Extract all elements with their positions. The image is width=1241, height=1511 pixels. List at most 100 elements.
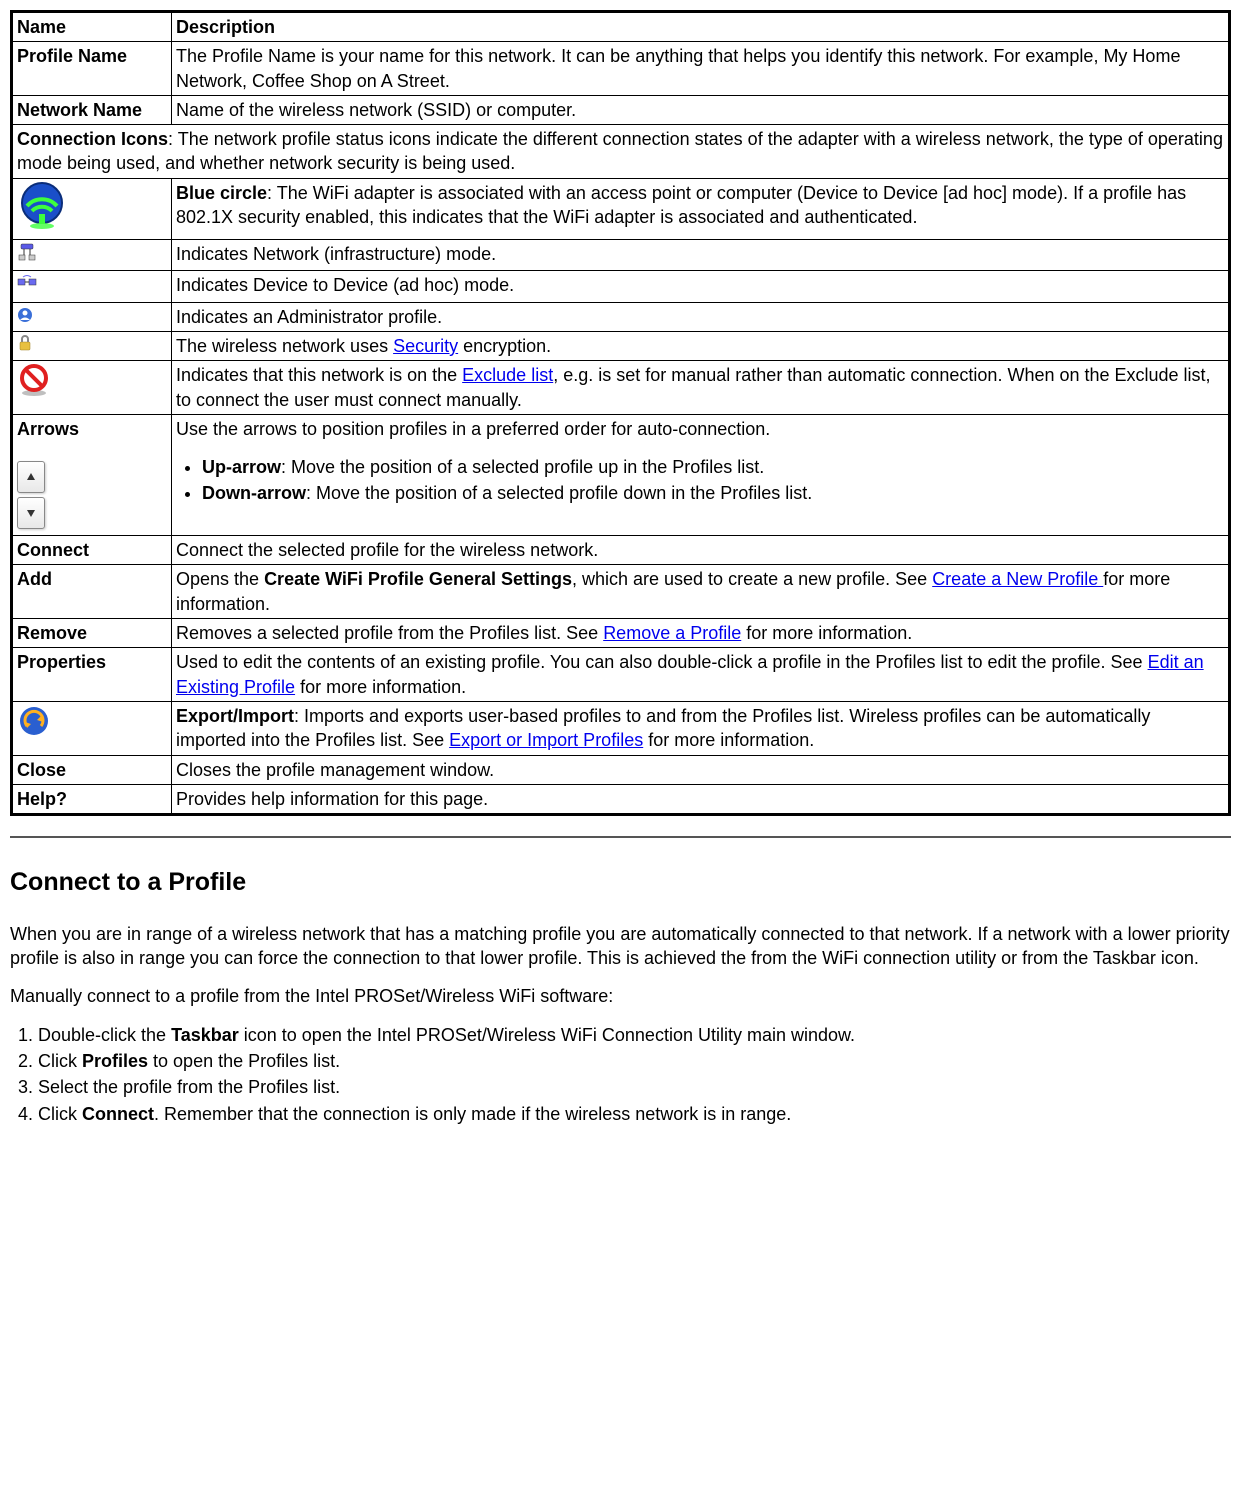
table-row: Properties Used to edit the contents of … [12,648,1230,702]
arrows-cell: Arrows [12,414,172,535]
properties-pre: Used to edit the contents of an existing… [176,652,1148,672]
arrows-label: Arrows [17,417,167,441]
wifi-connected-icon [17,181,67,231]
remove-profile-link[interactable]: Remove a Profile [603,623,741,643]
connection-icons-rest: : The network profile status icons indic… [17,129,1223,173]
adhoc-desc: Indicates Device to Device (ad hoc) mode… [172,271,1230,302]
down-arrow-rest: : Move the position of a selected profil… [306,483,812,503]
export-import-icon [17,704,51,738]
table-row: Network Name Name of the wireless networ… [12,95,1230,124]
up-arrow-lead: Up-arrow [202,457,281,477]
adhoc-icon [17,273,37,293]
connection-icons-header: Connection Icons: The network profile st… [12,125,1230,179]
security-desc: The wireless network uses Security encry… [172,331,1230,360]
security-post: encryption. [458,336,551,356]
remove-post: for more information. [741,623,912,643]
adhoc-icon-cell [12,271,172,302]
close-label: Close [12,755,172,784]
connect-para2: Manually connect to a profile from the I… [10,984,1231,1008]
arrows-desc: Use the arrows to position profiles in a… [172,414,1230,535]
add-desc: Opens the Create WiFi Profile General Se… [172,565,1230,619]
table-row: Blue circle: The WiFi adapter is associa… [12,178,1230,239]
table-row: The wireless network uses Security encry… [12,331,1230,360]
table-row: Help? Provides help information for this… [12,784,1230,814]
table-row: Name Description [12,12,1230,42]
help-desc: Provides help information for this page. [172,784,1230,814]
list-item: Up-arrow: Move the position of a selecte… [202,455,1224,479]
add-pre: Opens the [176,569,264,589]
exclude-desc: Indicates that this network is on the Ex… [172,361,1230,415]
security-icon-cell [12,331,172,360]
admin-desc: Indicates an Administrator profile. [172,302,1230,331]
profile-name-desc: The Profile Name is your name for this n… [172,42,1230,96]
table-row: Remove Removes a selected profile from t… [12,619,1230,648]
connect-desc: Connect the selected profile for the wir… [172,536,1230,565]
step1-post: icon to open the Intel PROSet/Wireless W… [239,1025,855,1045]
admin-icon [17,305,37,325]
table-row: Close Closes the profile management wind… [12,755,1230,784]
add-label: Add [12,565,172,619]
lock-icon [17,334,37,354]
table-row: Indicates that this network is on the Ex… [12,361,1230,415]
add-bold: Create WiFi Profile General Settings [264,569,572,589]
step1-bold: Taskbar [171,1025,239,1045]
remove-desc: Removes a selected profile from the Prof… [172,619,1230,648]
step4-pre: Click [38,1104,82,1124]
list-item: Select the profile from the Profiles lis… [38,1075,1231,1099]
export-import-desc: Export/Import: Imports and exports user-… [172,701,1230,755]
add-mid: , which are used to create a new profile… [572,569,932,589]
remove-label: Remove [12,619,172,648]
down-arrow-lead: Down-arrow [202,483,306,503]
table-row: Connect Connect the selected profile for… [12,536,1230,565]
blue-circle-lead: Blue circle [176,183,267,203]
infrastructure-icon-cell [12,240,172,271]
export-import-icon-cell [12,701,172,755]
create-new-profile-link[interactable]: Create a New Profile [932,569,1103,589]
blue-circle-desc: Blue circle: The WiFi adapter is associa… [172,178,1230,239]
infrastructure-icon [17,242,37,262]
export-post: for more information. [643,730,814,750]
blue-circle-rest: : The WiFi adapter is associated with an… [176,183,1186,227]
security-pre: The wireless network uses [176,336,393,356]
connect-steps-list: Double-click the Taskbar icon to open th… [38,1023,1231,1126]
step2-pre: Click [38,1051,82,1071]
export-import-profiles-link[interactable]: Export or Import Profiles [449,730,643,750]
blue-circle-icon-cell [12,178,172,239]
step2-bold: Profiles [82,1051,148,1071]
step4-bold: Connect [82,1104,154,1124]
table-row: Connection Icons: The network profile st… [12,125,1230,179]
close-desc: Closes the profile management window. [172,755,1230,784]
table-row: Profile Name The Profile Name is your na… [12,42,1230,96]
header-description: Description [172,12,1230,42]
exclude-icon [17,363,51,397]
help-label: Help? [12,784,172,814]
list-item: Down-arrow: Move the position of a selec… [202,481,1224,505]
step1-pre: Double-click the [38,1025,171,1045]
properties-desc: Used to edit the contents of an existing… [172,648,1230,702]
down-arrow-button[interactable] [17,497,45,529]
connect-to-profile-heading: Connect to a Profile [10,866,1231,900]
arrows-intro: Use the arrows to position profiles in a… [176,417,1224,441]
table-row: Export/Import: Imports and exports user-… [12,701,1230,755]
up-arrow-rest: : Move the position of a selected profil… [281,457,764,477]
table-row: Indicates Device to Device (ad hoc) mode… [12,271,1230,302]
list-item: Click Profiles to open the Profiles list… [38,1049,1231,1073]
connect-label: Connect [12,536,172,565]
connect-para1: When you are in range of a wireless netw… [10,922,1231,971]
admin-icon-cell [12,302,172,331]
table-row: Arrows Use the arrows to position profil… [12,414,1230,535]
header-name: Name [12,12,172,42]
table-row: Indicates Network (infrastructure) mode. [12,240,1230,271]
table-row: Indicates an Administrator profile. [12,302,1230,331]
step4-post: . Remember that the connection is only m… [154,1104,791,1124]
network-name-label: Network Name [12,95,172,124]
infrastructure-desc: Indicates Network (infrastructure) mode. [172,240,1230,271]
connection-icons-lead: Connection Icons [17,129,168,149]
table-row: Add Opens the Create WiFi Profile Genera… [12,565,1230,619]
properties-post: for more information. [295,677,466,697]
exclude-link[interactable]: Exclude list [462,365,553,385]
security-link[interactable]: Security [393,336,458,356]
remove-pre: Removes a selected profile from the Prof… [176,623,603,643]
profiles-reference-table: Name Description Profile Name The Profil… [10,10,1231,816]
up-arrow-button[interactable] [17,461,45,493]
